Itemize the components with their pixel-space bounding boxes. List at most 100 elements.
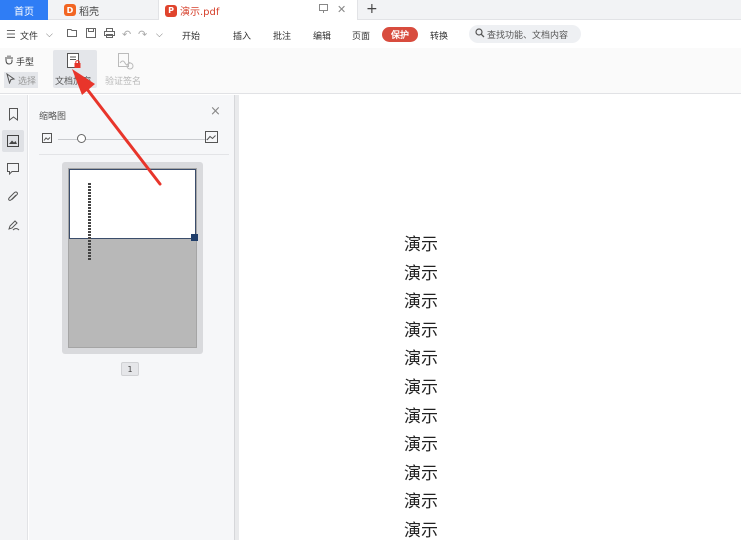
document-line: 演示 — [404, 520, 438, 540]
thumbnail-text-mark — [88, 249, 91, 251]
pin-tab-icon[interactable] — [318, 3, 329, 17]
bookmark-icon[interactable] — [2, 103, 24, 125]
thumbnail-text-mark — [88, 243, 91, 245]
select-tool-label: 选择 — [18, 76, 37, 87]
image-large-icon[interactable] — [205, 131, 218, 146]
hand-tool-button[interactable]: 手型 — [4, 54, 34, 68]
redo-icon[interactable]: ↷ — [138, 28, 147, 41]
close-icon[interactable]: × — [210, 104, 221, 119]
thumbnail-text-mark — [88, 252, 91, 254]
page-number: 1 — [121, 362, 139, 376]
close-tab-icon[interactable]: ✕ — [337, 3, 346, 17]
document-view: 演示 演示 演示 演示 演示 演示 演示 演示 演示 演示 演示 — [239, 95, 741, 540]
document-encrypt-button[interactable]: 文档加密 — [53, 50, 97, 88]
document-line: 演示 — [404, 292, 438, 313]
cursor-icon — [6, 72, 16, 87]
search-input[interactable]: 查找功能、文档内容 — [469, 25, 581, 43]
thumbnail-text-mark — [88, 207, 91, 209]
attachment-icon[interactable] — [2, 186, 24, 208]
pdf-logo-icon: P — [165, 4, 177, 17]
page-thumbnail[interactable] — [62, 162, 203, 354]
thumbnail-zoom-slider[interactable] — [42, 131, 222, 147]
search-placeholder: 查找功能、文档内容 — [487, 30, 569, 41]
hamburger-icon[interactable]: ☰ — [6, 28, 16, 41]
document-line: 演示 — [404, 320, 438, 341]
tab-tools: ✕ — [318, 3, 346, 17]
thumbnail-text-mark — [88, 258, 91, 260]
document-line: 演示 — [404, 463, 438, 484]
select-tool-button[interactable]: 选择 — [4, 72, 39, 88]
folder-open-icon[interactable] — [67, 28, 78, 41]
document-line: 演示 — [404, 492, 438, 513]
menu-insert[interactable]: 插入 — [233, 29, 251, 42]
thumbnail-text-mark — [88, 228, 91, 230]
menu-page[interactable]: 页面 — [352, 29, 370, 42]
document-line: 演示 — [404, 263, 438, 284]
tab-home[interactable]: 首页 — [0, 0, 48, 20]
document-line: 演示 — [404, 377, 438, 398]
signature-panel-icon[interactable] — [2, 214, 24, 236]
hand-icon — [4, 54, 14, 68]
thumbnail-text-mark — [88, 219, 91, 221]
document-line: 演示 — [404, 435, 438, 456]
comment-icon[interactable] — [2, 158, 24, 180]
new-tab-icon[interactable]: + — [366, 1, 378, 17]
undo-icon[interactable]: ↶ — [122, 28, 131, 41]
page-thumbnail-image — [68, 168, 198, 348]
thumbnail-text-mark — [88, 189, 91, 191]
thumbnail-text-mark — [88, 198, 91, 200]
search-icon — [475, 27, 485, 41]
thumbnail-text-mark — [88, 216, 91, 218]
hand-tool-label: 手型 — [16, 57, 35, 68]
zoom-knob[interactable] — [76, 134, 86, 143]
tab-daoke-label: 稻壳 — [79, 6, 99, 18]
tab-home-label: 首页 — [14, 6, 34, 18]
thumbnail-text-mark — [88, 186, 91, 188]
thumbnail-text-mark — [88, 225, 91, 227]
thumbnail-text-mark — [88, 183, 91, 185]
tab-daoke[interactable]: D 稻壳 — [58, 0, 148, 20]
daoke-logo-icon: D — [64, 4, 76, 16]
verify-signature-button[interactable]: 验证签名 — [104, 50, 148, 88]
menu-edit[interactable]: 编辑 — [313, 29, 331, 42]
thumbnail-text-mark — [88, 246, 91, 248]
thumbnail-text-mark — [88, 234, 91, 236]
protect-ribbon: 手型 选择 文档加密 验证签名 — [0, 48, 741, 94]
thumbnail-text-mark — [88, 240, 91, 242]
thumbnail-panel: 缩略图 × 1 — [29, 95, 234, 540]
print-icon[interactable] — [104, 28, 115, 41]
thumbnail-text-mark — [88, 201, 91, 203]
quick-access-dropdown-icon[interactable]: ⌵ — [156, 30, 163, 40]
menu-convert[interactable]: 转换 — [430, 29, 448, 42]
menu-protect[interactable]: 保护 — [382, 27, 418, 42]
menu-start[interactable]: 开始 — [182, 29, 200, 42]
tab-bar: 首页 D 稻壳 P 演示.pdf ✕ + — [0, 0, 741, 21]
thumbnail-text-mark — [88, 231, 91, 233]
thumbnail-text-mark — [88, 210, 91, 212]
document-text: 演示 演示 演示 演示 演示 演示 演示 演示 演示 演示 演示 — [404, 231, 438, 540]
menu-file[interactable]: 文件 — [20, 29, 38, 42]
thumbnail-text-mark — [88, 237, 91, 239]
menu-annotate[interactable]: 批注 — [273, 29, 291, 42]
divider — [39, 154, 229, 155]
menu-bar: ☰ 文件 ⌵ ↶ ↷ ⌵ 开始 插入 批注 编辑 页面 保护 转换 查找功能、文… — [0, 20, 741, 48]
document-encrypt-label: 文档加密 — [55, 77, 92, 87]
thumbnail-icon[interactable] — [2, 130, 24, 152]
thumbnail-text-mark — [88, 204, 91, 206]
thumbnail-panel-title: 缩略图 — [39, 112, 67, 122]
verify-signature-label: 验证签名 — [105, 77, 142, 87]
document-line: 演示 — [404, 349, 438, 370]
document-line: 演示 — [404, 406, 438, 427]
thumbnail-text-mark — [88, 222, 91, 224]
thumbnail-text-mark — [88, 255, 91, 257]
file-dropdown-icon[interactable]: ⌵ — [46, 30, 53, 40]
resize-handle[interactable] — [191, 234, 198, 241]
signature-icon — [116, 53, 134, 70]
document-line: 演示 — [404, 235, 438, 255]
thumbnail-text-mark — [88, 192, 91, 194]
tab-document-label: 演示.pdf — [180, 7, 220, 18]
document-lock-icon — [66, 53, 82, 70]
thumbnail-text-mark — [88, 213, 91, 215]
save-icon[interactable] — [86, 28, 96, 41]
image-small-icon[interactable] — [42, 133, 52, 146]
